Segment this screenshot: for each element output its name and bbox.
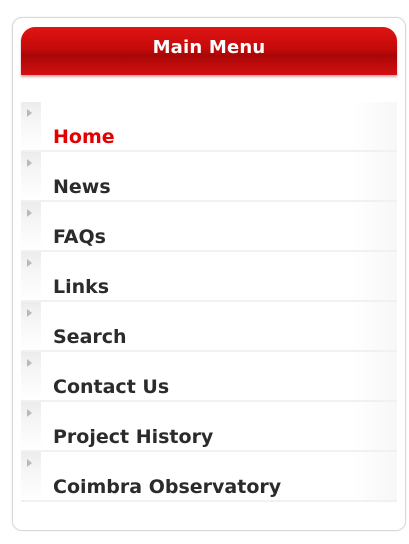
arrow-right-icon — [21, 452, 41, 500]
menu-item-faqs[interactable]: FAQs — [21, 202, 397, 252]
menu-item-label[interactable]: Search — [53, 326, 127, 348]
arrow-right-icon — [21, 252, 41, 300]
arrow-right-icon — [21, 202, 41, 250]
arrow-right-icon — [21, 352, 41, 400]
menu-item-label[interactable]: Coimbra Observatory — [53, 476, 281, 498]
menu-item-label[interactable]: News — [53, 176, 111, 198]
main-menu-module: Main Menu Home News FAQs Links Search Co… — [12, 17, 406, 531]
main-menu-list: Home News FAQs Links Search Contact Us P… — [21, 102, 397, 502]
menu-item-links[interactable]: Links — [21, 252, 397, 302]
main-menu-title: Main Menu — [152, 37, 266, 58]
menu-item-label[interactable]: FAQs — [53, 226, 106, 248]
arrow-right-icon — [21, 152, 41, 200]
menu-item-news[interactable]: News — [21, 152, 397, 202]
menu-item-home[interactable]: Home — [21, 102, 397, 152]
arrow-right-icon — [21, 102, 41, 150]
menu-item-label[interactable]: Project History — [53, 426, 213, 448]
menu-item-search[interactable]: Search — [21, 302, 397, 352]
menu-item-coimbra-observatory[interactable]: Coimbra Observatory — [21, 452, 397, 502]
menu-item-label[interactable]: Home — [53, 126, 115, 148]
arrow-right-icon — [21, 302, 41, 350]
arrow-right-icon — [21, 402, 41, 450]
main-menu-header: Main Menu — [21, 27, 397, 75]
menu-item-contact-us[interactable]: Contact Us — [21, 352, 397, 402]
menu-item-label[interactable]: Contact Us — [53, 376, 169, 398]
menu-item-project-history[interactable]: Project History — [21, 402, 397, 452]
menu-item-label[interactable]: Links — [53, 276, 109, 298]
